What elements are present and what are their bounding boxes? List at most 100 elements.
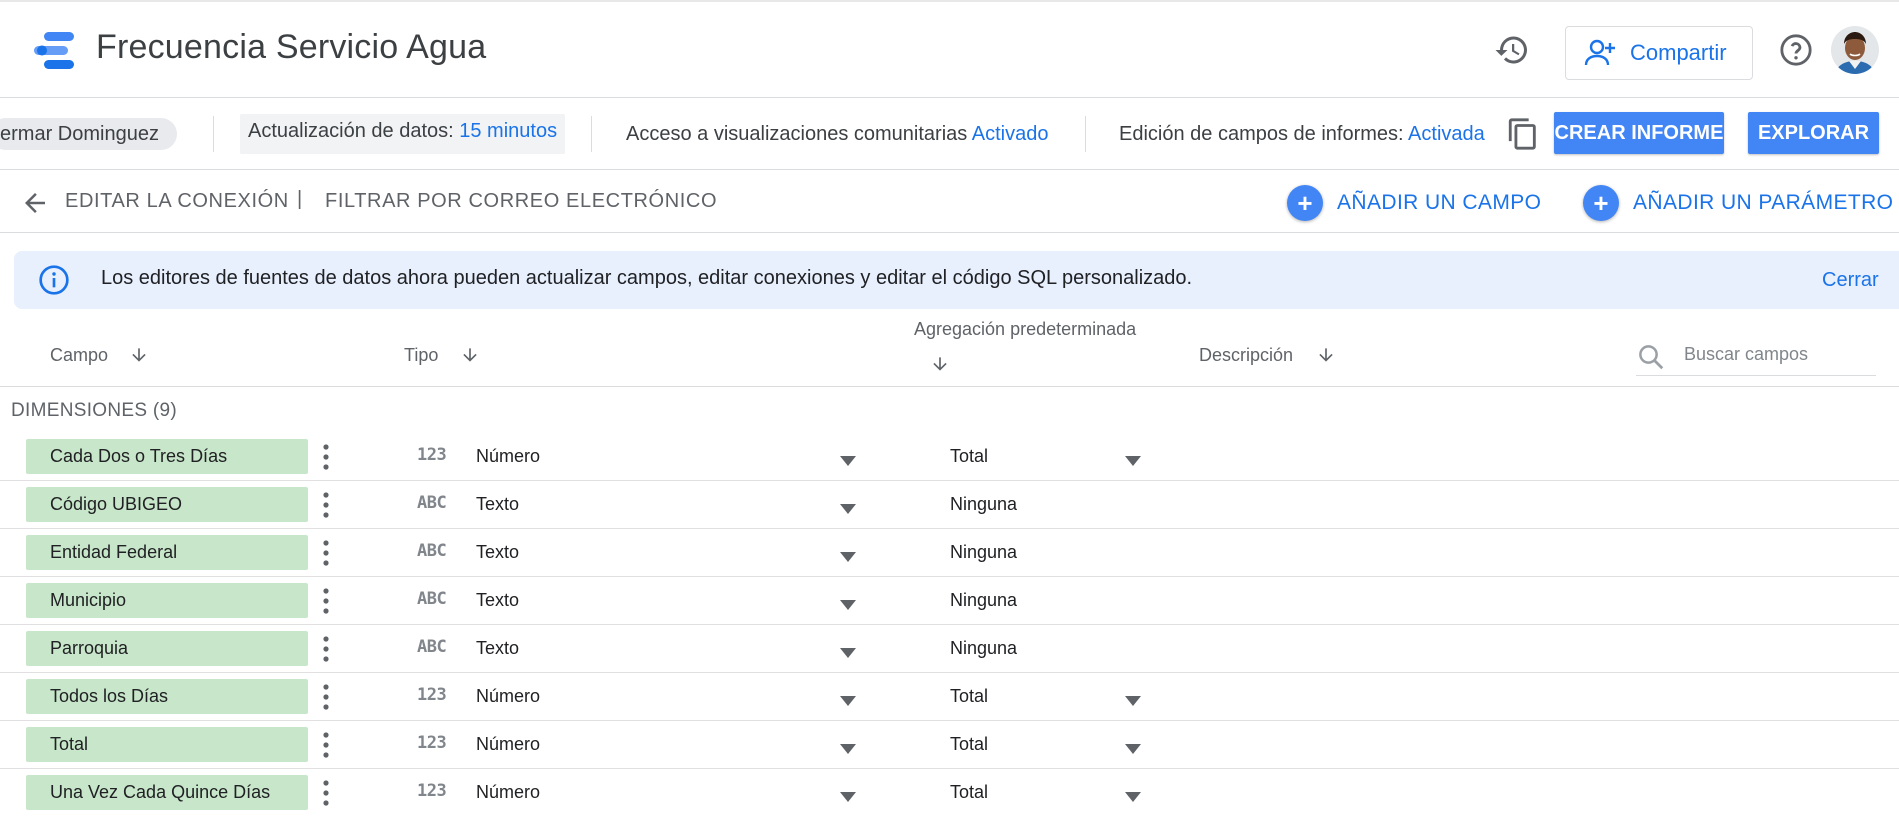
share-label: Compartir <box>1630 40 1727 65</box>
add-field-button[interactable]: + AÑADIR UN CAMPO <box>1287 185 1541 221</box>
dropdown-arrow-icon[interactable] <box>1125 693 1141 706</box>
data-freshness-label: Actualización de datos: <box>248 120 454 142</box>
field-name-chip[interactable]: Una Vez Cada Quince Días <box>26 775 308 810</box>
aggregation-select[interactable]: Total <box>950 686 988 707</box>
field-type-select[interactable]: Número <box>476 446 540 467</box>
aggregation-select: Ninguna <box>950 638 1018 658</box>
column-header-type[interactable]: Tipo <box>404 345 438 366</box>
more-vert-icon[interactable] <box>318 731 334 759</box>
close-banner-button[interactable]: Cerrar <box>1822 269 1879 292</box>
field-name-chip[interactable]: Todos los Días <box>26 679 308 714</box>
sort-arrow-icon[interactable] <box>460 344 480 366</box>
avatar[interactable] <box>1831 26 1879 74</box>
table-row: Cada Dos o Tres Días 123 Número Total <box>0 433 1899 481</box>
field-type-select[interactable]: Número <box>476 734 540 755</box>
add-icon: + <box>1583 185 1619 221</box>
more-vert-icon[interactable] <box>318 635 334 663</box>
fields-table-body: Cada Dos o Tres Días 123 Número Total Código… <box>0 433 1899 817</box>
field-type-select[interactable]: Número <box>476 782 540 803</box>
number-type-icon: 123 <box>417 445 447 465</box>
table-row: Código UBIGEO ABC Texto Ninguna <box>0 481 1899 529</box>
field-type-select[interactable]: Texto <box>476 542 519 563</box>
copy-icon[interactable] <box>1506 116 1540 152</box>
more-vert-icon[interactable] <box>318 779 334 807</box>
field-name-chip[interactable]: Entidad Federal <box>26 535 308 570</box>
field-editing-value[interactable]: Activada <box>1408 123 1485 145</box>
aggregation-select[interactable]: Total <box>950 446 988 467</box>
sort-arrow-icon[interactable] <box>930 353 950 375</box>
field-type-select[interactable]: Número <box>476 686 540 707</box>
add-icon: + <box>1287 185 1323 221</box>
edit-connection-link[interactable]: EDITAR LA CONEXIÓN <box>65 190 289 213</box>
divider <box>213 116 214 152</box>
data-freshness-control[interactable]: Actualización de datos: 15 minutos <box>240 114 566 154</box>
create-report-button[interactable]: CREAR INFORME <box>1554 112 1724 154</box>
more-vert-icon[interactable] <box>318 491 334 519</box>
field-type-select[interactable]: Texto <box>476 638 519 659</box>
field-name-chip[interactable]: Parroquia <box>26 631 308 666</box>
dropdown-arrow-icon[interactable] <box>840 549 856 562</box>
field-editing-setting: Edición de campos de informes: Activada <box>1119 120 1485 148</box>
info-banner: Los editores de fuentes de datos ahora p… <box>14 251 1899 309</box>
sort-arrow-icon[interactable] <box>129 344 149 366</box>
number-type-icon: 123 <box>417 733 447 753</box>
column-header-description[interactable]: Descripción <box>1199 345 1293 366</box>
dropdown-arrow-icon[interactable] <box>840 597 856 610</box>
dropdown-arrow-icon[interactable] <box>840 501 856 514</box>
dropdown-arrow-icon[interactable] <box>840 789 856 802</box>
field-name-chip[interactable]: Total <box>26 727 308 762</box>
field-name-chip[interactable]: Cada Dos o Tres Días <box>26 439 308 474</box>
banner-message: Los editores de fuentes de datos ahora p… <box>101 267 1193 289</box>
sort-arrow-icon[interactable] <box>1316 344 1336 366</box>
dimensions-section-label: DIMENSIONES (9) <box>11 400 178 421</box>
toolbar-separator: | <box>297 188 303 210</box>
more-vert-icon[interactable] <box>318 539 334 567</box>
field-type-select[interactable]: Texto <box>476 494 519 515</box>
text-type-icon: ABC <box>417 541 447 561</box>
community-visualizations-value[interactable]: Activado <box>972 123 1049 145</box>
looker-studio-logo-icon[interactable] <box>32 30 78 72</box>
text-type-icon: ABC <box>417 493 447 513</box>
page-title: Frecuencia Servicio Agua <box>96 28 487 66</box>
dropdown-arrow-icon[interactable] <box>840 645 856 658</box>
divider <box>1085 116 1086 152</box>
dropdown-arrow-icon[interactable] <box>1125 741 1141 754</box>
community-visualizations-setting: Acceso a visualizaciones comunitarias Ac… <box>626 120 1048 148</box>
more-vert-icon[interactable] <box>318 587 334 615</box>
owner-chip[interactable]: ermar Dominguez <box>0 118 177 150</box>
field-name-chip[interactable]: Municipio <box>26 583 308 618</box>
add-parameter-label: AÑADIR UN PARÁMETRO <box>1633 191 1894 214</box>
aggregation-select[interactable]: Total <box>950 734 988 755</box>
column-header-field[interactable]: Campo <box>50 345 108 366</box>
column-header-aggregation[interactable]: Agregación predeterminada <box>914 319 1136 340</box>
dropdown-arrow-icon[interactable] <box>1125 453 1141 466</box>
version-history-icon[interactable] <box>1494 32 1530 68</box>
field-name-chip[interactable]: Código UBIGEO <box>26 487 308 522</box>
aggregation-select[interactable]: Total <box>950 782 988 803</box>
field-type-select[interactable]: Texto <box>476 590 519 611</box>
more-vert-icon[interactable] <box>318 443 334 471</box>
table-row: Todos los Días 123 Número Total <box>0 673 1899 721</box>
number-type-icon: 123 <box>417 685 447 705</box>
data-freshness-value[interactable]: 15 minutos <box>459 120 557 142</box>
dropdown-arrow-icon[interactable] <box>1125 789 1141 802</box>
add-field-label: AÑADIR UN CAMPO <box>1337 191 1542 214</box>
field-editing-label: Edición de campos de informes: <box>1119 123 1404 145</box>
app-header: Frecuencia Servicio Agua Compartir <box>0 0 1899 98</box>
fields-table-header: Campo Tipo Agregación predeterminada Des… <box>0 310 1899 387</box>
help-icon[interactable] <box>1779 33 1813 67</box>
dropdown-arrow-icon[interactable] <box>840 453 856 466</box>
dropdown-arrow-icon[interactable] <box>840 741 856 754</box>
add-parameter-button[interactable]: + AÑADIR UN PARÁMETRO <box>1583 185 1893 221</box>
search-input[interactable] <box>1684 344 1870 365</box>
share-button[interactable]: Compartir <box>1565 26 1753 80</box>
table-row: Entidad Federal ABC Texto Ninguna <box>0 529 1899 577</box>
back-arrow-icon[interactable] <box>20 188 50 218</box>
text-type-icon: ABC <box>417 589 447 609</box>
add-person-icon <box>1584 39 1615 66</box>
dropdown-arrow-icon[interactable] <box>840 693 856 706</box>
explore-button[interactable]: EXPLORAR <box>1748 112 1879 154</box>
aggregation-select: Ninguna <box>950 542 1018 562</box>
filter-by-email-link[interactable]: FILTRAR POR CORREO ELECTRÓNICO <box>325 190 717 213</box>
more-vert-icon[interactable] <box>318 683 334 711</box>
